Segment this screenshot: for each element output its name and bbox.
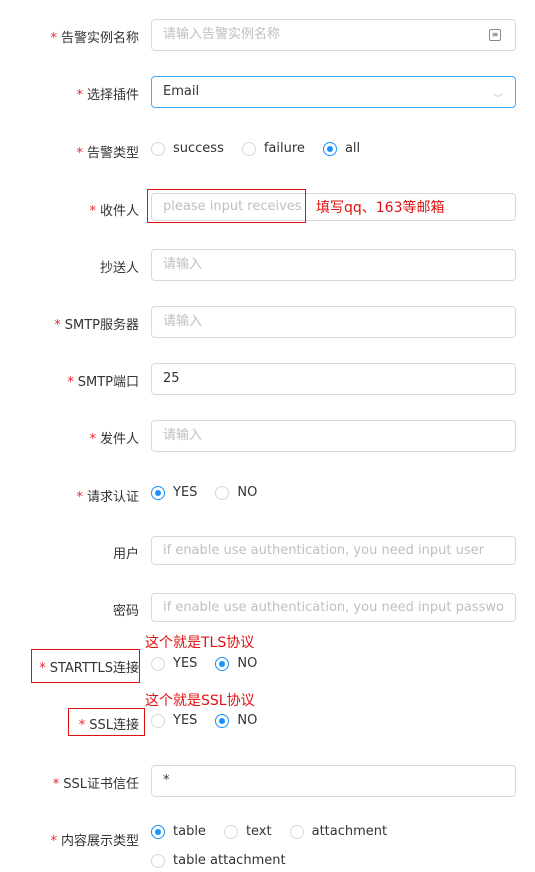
ssl-no-radio[interactable]: NO [215,713,257,728]
smtp-server-label: * SMTP服务器 [54,318,139,333]
alert-name-label: * 告警实例名称 [50,31,139,46]
auth-yes-radio[interactable]: YES [151,485,197,500]
radio-circle [241,141,256,156]
radio-circle [151,853,165,868]
radio-circle-checked [215,656,230,671]
radio-circle [151,656,165,671]
auth-label: * 请求认证 [76,490,139,505]
cc-label: 抄送人 [99,261,139,276]
starttls-highlight-box [31,649,140,683]
sender-input[interactable]: 请输入 [151,420,516,452]
plugin-label: * 选择插件 [76,88,139,103]
content-type-table-attachment-radio[interactable]: table attachment [151,853,286,868]
chevron-down-icon: ﹀ [493,94,503,105]
smtp-port-input[interactable]: 25 [151,363,516,395]
ssl-yes-radio[interactable]: YES [151,713,197,728]
cc-input[interactable]: 请输入 [151,249,516,281]
radio-circle-checked [215,713,230,728]
alert-type-radio-group: success failure all [151,141,378,156]
content-type-radio-group: table text attachment [151,824,405,839]
content-type-text-radio[interactable]: text [223,824,272,839]
ssl-trust-label: * SSL证书信任 [52,777,139,792]
user-label: 用户 [112,547,139,562]
ssl-highlight-box [68,708,145,736]
ssl-trust-input[interactable]: * [151,765,516,797]
radio-circle [151,713,165,728]
auth-no-radio[interactable]: NO [215,485,257,500]
input-clear-icon: ≡ [489,29,501,41]
user-input[interactable]: if enable use authentication, you need i… [151,536,516,565]
content-type-table-radio[interactable]: table [151,824,206,839]
auth-radio-group: YES NO [151,485,275,500]
alert-type-label: * 告警类型 [76,146,139,161]
tls-annotation: 这个就是TLS协议 [145,635,255,651]
radio-circle [289,824,304,839]
receivers-label: * 收件人 [89,204,139,219]
alert-name-input[interactable]: 请输入告警实例名称 ≡ [151,19,516,51]
receivers-annotation: 填写qq、163等邮箱 [316,200,445,216]
starttls-radio-group: YES NO [151,656,275,671]
password-label: 密码 [112,604,139,619]
smtp-port-label: * SMTP端口 [67,375,139,390]
plugin-select[interactable]: Email ﹀ [151,76,516,108]
starttls-no-radio[interactable]: NO [215,656,257,671]
alert-type-all-radio[interactable]: all [322,141,360,156]
starttls-yes-radio[interactable]: YES [151,656,197,671]
radio-circle [215,485,230,500]
content-type-radio-group-2: table attachment [151,853,304,868]
radio-circle [223,824,238,839]
sender-label: * 发件人 [89,432,139,447]
radio-circle-checked [151,824,165,839]
password-input[interactable]: if enable use authentication, you need i… [151,593,516,622]
content-type-attachment-radio[interactable]: attachment [289,824,387,839]
alert-type-failure-radio[interactable]: failure [241,141,305,156]
smtp-server-input[interactable]: 请输入 [151,306,516,338]
ssl-annotation: 这个就是SSL协议 [145,693,255,709]
alert-type-success-radio[interactable]: success [151,141,224,156]
radio-circle [151,141,165,156]
content-type-label: * 内容展示类型 [50,834,139,849]
receivers-highlight-box [147,189,306,223]
radio-circle-checked [322,141,337,156]
ssl-radio-group: YES NO [151,713,275,728]
radio-circle-checked [151,485,165,500]
